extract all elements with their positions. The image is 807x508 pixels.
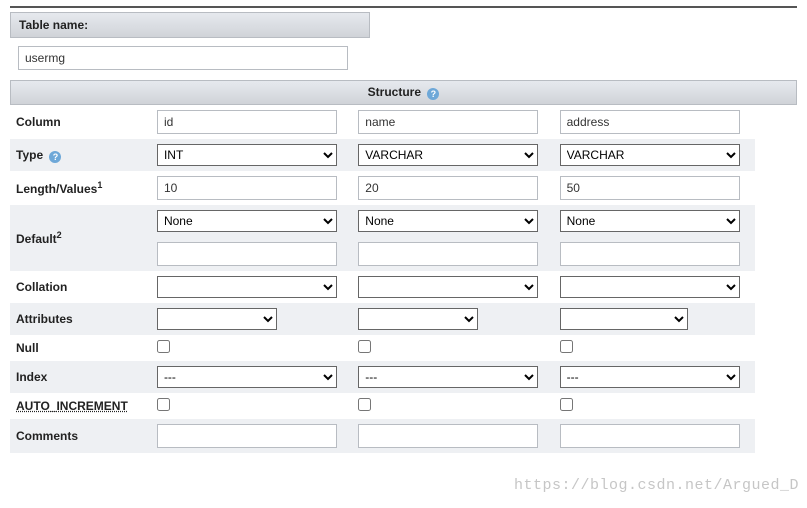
type-select-2[interactable]: VARCHAR (560, 144, 740, 166)
length-input-2[interactable] (560, 176, 740, 200)
length-input-0[interactable] (157, 176, 337, 200)
row-label-type: Type ? (10, 139, 151, 171)
table-name-input[interactable] (18, 46, 348, 70)
default-select-1[interactable]: None (358, 210, 538, 232)
attributes-select-1[interactable] (358, 308, 478, 330)
comments-input-1[interactable] (358, 424, 538, 448)
default-extra-input-1[interactable] (358, 242, 538, 266)
comments-input-2[interactable] (560, 424, 740, 448)
column-name-input-1[interactable] (358, 110, 538, 134)
type-select-0[interactable]: INT (157, 144, 337, 166)
attributes-select-2[interactable] (560, 308, 688, 330)
table-name-bar: Table name: (10, 12, 370, 38)
row-label-null: Null (10, 335, 151, 361)
type-select-1[interactable]: VARCHAR (358, 144, 538, 166)
autoinc-checkbox-2[interactable] (560, 398, 573, 411)
structure-header-label: Structure (368, 85, 421, 99)
column-name-input-0[interactable] (157, 110, 337, 134)
row-label-index: Index (10, 361, 151, 393)
help-icon[interactable]: ? (49, 151, 61, 163)
watermark-text: https://blog.csdn.net/Argued_D (514, 477, 799, 494)
row-label-column: Column (10, 105, 151, 139)
row-label-length: Length/Values1 (10, 171, 151, 205)
collation-select-0[interactable] (157, 276, 337, 298)
autoinc-checkbox-0[interactable] (157, 398, 170, 411)
autoinc-checkbox-1[interactable] (358, 398, 371, 411)
default-extra-input-0[interactable] (157, 242, 337, 266)
row-label-autoincrement: AUTO_INCREMENT (10, 393, 151, 419)
attributes-select-0[interactable] (157, 308, 277, 330)
comments-input-0[interactable] (157, 424, 337, 448)
null-checkbox-1[interactable] (358, 340, 371, 353)
default-extra-input-2[interactable] (560, 242, 740, 266)
help-icon[interactable]: ? (427, 88, 439, 100)
index-select-1[interactable]: --- (358, 366, 538, 388)
row-label-comments: Comments (10, 419, 151, 453)
length-input-1[interactable] (358, 176, 538, 200)
column-name-input-2[interactable] (560, 110, 740, 134)
row-label-collation: Collation (10, 271, 151, 303)
index-select-2[interactable]: --- (560, 366, 740, 388)
null-checkbox-0[interactable] (157, 340, 170, 353)
row-label-attributes: Attributes (10, 303, 151, 335)
default-select-0[interactable]: None (157, 210, 337, 232)
collation-select-1[interactable] (358, 276, 538, 298)
null-checkbox-2[interactable] (560, 340, 573, 353)
structure-header-bar: Structure ? (10, 80, 797, 105)
table-name-label: Table name: (19, 18, 88, 32)
default-select-2[interactable]: None (560, 210, 740, 232)
index-select-0[interactable]: --- (157, 366, 337, 388)
row-label-default: Default2 (10, 205, 151, 271)
collation-select-2[interactable] (560, 276, 740, 298)
